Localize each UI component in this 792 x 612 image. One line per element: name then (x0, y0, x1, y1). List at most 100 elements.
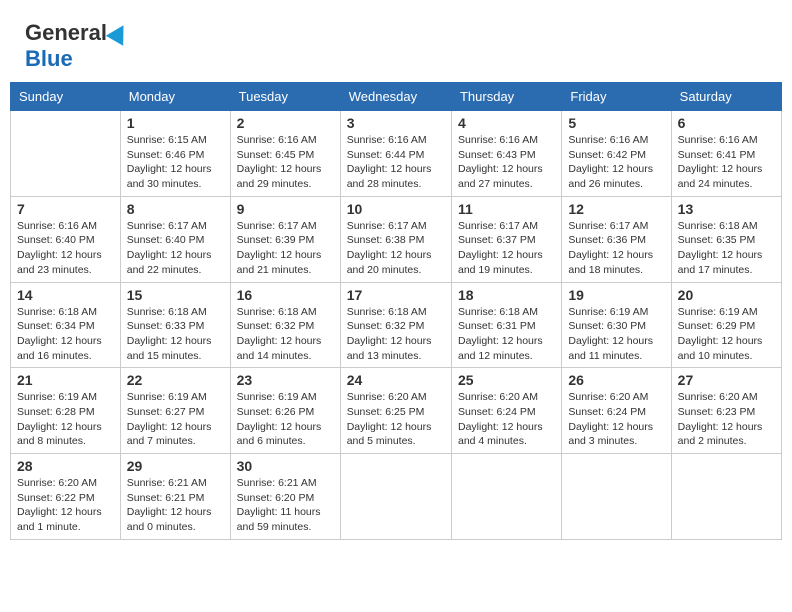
calendar-cell: 23Sunrise: 6:19 AM Sunset: 6:26 PM Dayli… (230, 368, 340, 454)
logo-blue-text: Blue (25, 46, 73, 72)
day-number: 9 (237, 201, 334, 217)
day-number: 26 (568, 372, 664, 388)
day-info: Sunrise: 6:18 AM Sunset: 6:33 PM Dayligh… (127, 305, 224, 364)
day-number: 5 (568, 115, 664, 131)
day-number: 1 (127, 115, 224, 131)
calendar-cell: 7 Sunrise: 6:16 AM Sunset: 6:40 PM Daylig… (11, 196, 121, 282)
day-info: Sunrise: 6:20 AM Sunset: 6:22 PM Dayligh… (17, 476, 114, 535)
calendar-cell: 13 Sunrise: 6:18 AM Sunset: 6:35 PM Dayli… (671, 196, 781, 282)
day-info: Sunrise: 6:16 AM Sunset: 6:43 PM Dayligh… (458, 133, 555, 192)
day-info: Sunrise: 6:18 AM Sunset: 6:31 PM Dayligh… (458, 305, 555, 364)
day-number: 22 (127, 372, 224, 388)
day-number: 15 (127, 287, 224, 303)
calendar-cell (340, 454, 451, 540)
calendar-cell: 9 Sunrise: 6:17 AM Sunset: 6:39 PM Daylig… (230, 196, 340, 282)
day-number: 14 (17, 287, 114, 303)
day-info: Sunrise: 6:17 AM Sunset: 6:36 PM Dayligh… (568, 219, 664, 278)
day-number: 24 (347, 372, 445, 388)
calendar-header-sunday: Sunday (11, 83, 121, 111)
day-info: Sunrise: 6:20 AM Sunset: 6:23 PM Dayligh… (678, 390, 775, 449)
page-header: General Blue (10, 10, 782, 77)
calendar-cell: 21 Sunrise: 6:19 AM Sunset: 6:28 PM Dayli… (11, 368, 121, 454)
day-info: Sunrise: 6:17 AM Sunset: 6:37 PM Dayligh… (458, 219, 555, 278)
day-number: 3 (347, 115, 445, 131)
calendar-cell: 5 Sunrise: 6:16 AM Sunset: 6:42 PM Daylig… (562, 111, 671, 197)
calendar-cell: 1 Sunrise: 6:15 AM Sunset: 6:46 PM Daylig… (120, 111, 230, 197)
calendar-table: SundayMondayTuesdayWednesdayThursdayFrid… (10, 82, 782, 540)
day-number: 17 (347, 287, 445, 303)
day-info: Sunrise: 6:16 AM Sunset: 6:40 PM Dayligh… (17, 219, 114, 278)
calendar-header-saturday: Saturday (671, 83, 781, 111)
calendar-body: 1 Sunrise: 6:15 AM Sunset: 6:46 PM Daylig… (11, 111, 782, 540)
day-info: Sunrise: 6:21 AM Sunset: 6:21 PM Dayligh… (127, 476, 224, 535)
calendar-cell (671, 454, 781, 540)
day-number: 7 (17, 201, 114, 217)
day-info: Sunrise: 6:19 AM Sunset: 6:27 PM Dayligh… (127, 390, 224, 449)
calendar-header-thursday: Thursday (451, 83, 561, 111)
day-info: Sunrise: 6:19 AM Sunset: 6:26 PM Dayligh… (237, 390, 334, 449)
calendar-cell: 26 Sunrise: 6:20 AM Sunset: 6:24 PM Dayli… (562, 368, 671, 454)
calendar-week-row: 28Sunrise: 6:20 AM Sunset: 6:22 PM Dayli… (11, 454, 782, 540)
day-number: 13 (678, 201, 775, 217)
day-info: Sunrise: 6:19 AM Sunset: 6:30 PM Dayligh… (568, 305, 664, 364)
day-number: 6 (678, 115, 775, 131)
calendar-cell: 11 Sunrise: 6:17 AM Sunset: 6:37 PM Dayli… (451, 196, 561, 282)
day-number: 29 (127, 458, 224, 474)
calendar-cell: 10 Sunrise: 6:17 AM Sunset: 6:38 PM Dayli… (340, 196, 451, 282)
day-info: Sunrise: 6:16 AM Sunset: 6:42 PM Dayligh… (568, 133, 664, 192)
calendar-cell: 14 Sunrise: 6:18 AM Sunset: 6:34 PM Dayli… (11, 282, 121, 368)
day-info: Sunrise: 6:16 AM Sunset: 6:45 PM Dayligh… (237, 133, 334, 192)
calendar-cell: 3 Sunrise: 6:16 AM Sunset: 6:44 PM Daylig… (340, 111, 451, 197)
day-info: Sunrise: 6:21 AM Sunset: 6:20 PM Dayligh… (237, 476, 334, 535)
day-info: Sunrise: 6:19 AM Sunset: 6:28 PM Dayligh… (17, 390, 114, 449)
calendar-cell: 19 Sunrise: 6:19 AM Sunset: 6:30 PM Dayli… (562, 282, 671, 368)
calendar-cell: 18Sunrise: 6:18 AM Sunset: 6:31 PM Dayli… (451, 282, 561, 368)
day-number: 10 (347, 201, 445, 217)
day-info: Sunrise: 6:18 AM Sunset: 6:32 PM Dayligh… (237, 305, 334, 364)
day-number: 11 (458, 201, 555, 217)
calendar-cell: 12 Sunrise: 6:17 AM Sunset: 6:36 PM Dayli… (562, 196, 671, 282)
logo-triangle-icon (106, 20, 132, 46)
calendar-cell: 28Sunrise: 6:20 AM Sunset: 6:22 PM Dayli… (11, 454, 121, 540)
calendar-week-row: 1 Sunrise: 6:15 AM Sunset: 6:46 PM Daylig… (11, 111, 782, 197)
day-info: Sunrise: 6:18 AM Sunset: 6:32 PM Dayligh… (347, 305, 445, 364)
calendar-week-row: 14 Sunrise: 6:18 AM Sunset: 6:34 PM Dayli… (11, 282, 782, 368)
day-info: Sunrise: 6:17 AM Sunset: 6:40 PM Dayligh… (127, 219, 224, 278)
day-number: 27 (678, 372, 775, 388)
calendar-header-friday: Friday (562, 83, 671, 111)
calendar-cell: 8 Sunrise: 6:17 AM Sunset: 6:40 PM Daylig… (120, 196, 230, 282)
day-info: Sunrise: 6:17 AM Sunset: 6:39 PM Dayligh… (237, 219, 334, 278)
day-info: Sunrise: 6:17 AM Sunset: 6:38 PM Dayligh… (347, 219, 445, 278)
day-number: 20 (678, 287, 775, 303)
calendar-cell: 4 Sunrise: 6:16 AM Sunset: 6:43 PM Daylig… (451, 111, 561, 197)
calendar-cell: 2Sunrise: 6:16 AM Sunset: 6:45 PM Daylig… (230, 111, 340, 197)
calendar-cell: 25Sunrise: 6:20 AM Sunset: 6:24 PM Dayli… (451, 368, 561, 454)
logo: General Blue (25, 20, 129, 72)
logo-general-text: General (25, 20, 107, 46)
calendar-cell: 29 Sunrise: 6:21 AM Sunset: 6:21 PM Dayli… (120, 454, 230, 540)
day-number: 19 (568, 287, 664, 303)
calendar-cell (562, 454, 671, 540)
calendar-cell (11, 111, 121, 197)
day-info: Sunrise: 6:18 AM Sunset: 6:34 PM Dayligh… (17, 305, 114, 364)
day-info: Sunrise: 6:18 AM Sunset: 6:35 PM Dayligh… (678, 219, 775, 278)
calendar-cell: 16Sunrise: 6:18 AM Sunset: 6:32 PM Dayli… (230, 282, 340, 368)
calendar-header-wednesday: Wednesday (340, 83, 451, 111)
day-number: 8 (127, 201, 224, 217)
calendar-cell: 30 Sunrise: 6:21 AM Sunset: 6:20 PM Dayli… (230, 454, 340, 540)
day-number: 25 (458, 372, 555, 388)
calendar-cell: 24 Sunrise: 6:20 AM Sunset: 6:25 PM Dayli… (340, 368, 451, 454)
day-info: Sunrise: 6:20 AM Sunset: 6:24 PM Dayligh… (568, 390, 664, 449)
day-number: 21 (17, 372, 114, 388)
day-info: Sunrise: 6:15 AM Sunset: 6:46 PM Dayligh… (127, 133, 224, 192)
calendar-cell: 15 Sunrise: 6:18 AM Sunset: 6:33 PM Dayli… (120, 282, 230, 368)
calendar-cell: 22 Sunrise: 6:19 AM Sunset: 6:27 PM Dayli… (120, 368, 230, 454)
day-info: Sunrise: 6:16 AM Sunset: 6:44 PM Dayligh… (347, 133, 445, 192)
day-info: Sunrise: 6:20 AM Sunset: 6:25 PM Dayligh… (347, 390, 445, 449)
calendar-week-row: 21 Sunrise: 6:19 AM Sunset: 6:28 PM Dayli… (11, 368, 782, 454)
day-number: 12 (568, 201, 664, 217)
day-number: 30 (237, 458, 334, 474)
day-info: Sunrise: 6:16 AM Sunset: 6:41 PM Dayligh… (678, 133, 775, 192)
day-number: 4 (458, 115, 555, 131)
calendar-cell (451, 454, 561, 540)
